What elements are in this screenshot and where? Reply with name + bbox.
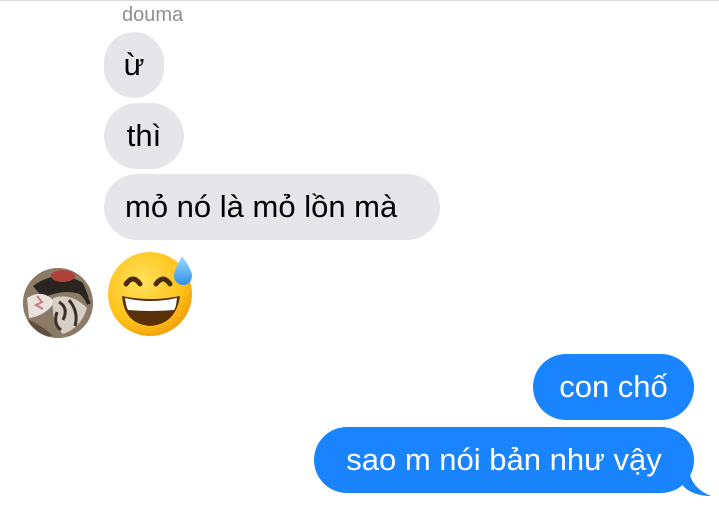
avatar-image: [23, 268, 93, 338]
incoming-message-bubble[interactable]: mỏ nó là mỏ lồn mà: [104, 174, 440, 240]
message-text: con chố: [559, 369, 668, 404]
message-text: ừ: [123, 47, 145, 82]
grinning-face-with-sweat-icon[interactable]: [104, 250, 200, 336]
bubble-tail-icon: [683, 470, 711, 496]
outgoing-message-bubble[interactable]: con chố: [533, 354, 694, 420]
outgoing-message-bubble[interactable]: sao m nói bản như vậy: [314, 427, 694, 493]
sender-name: douma: [122, 4, 184, 26]
incoming-message-bubble[interactable]: thì: [104, 103, 184, 169]
sender-avatar[interactable]: [23, 268, 93, 338]
incoming-message-bubble[interactable]: ừ: [104, 32, 164, 98]
top-divider: [0, 0, 719, 1]
message-text: thì: [126, 118, 162, 153]
message-text: mỏ nó là mỏ lồn mà: [125, 189, 398, 224]
message-text: sao m nói bản như vậy: [346, 442, 662, 477]
